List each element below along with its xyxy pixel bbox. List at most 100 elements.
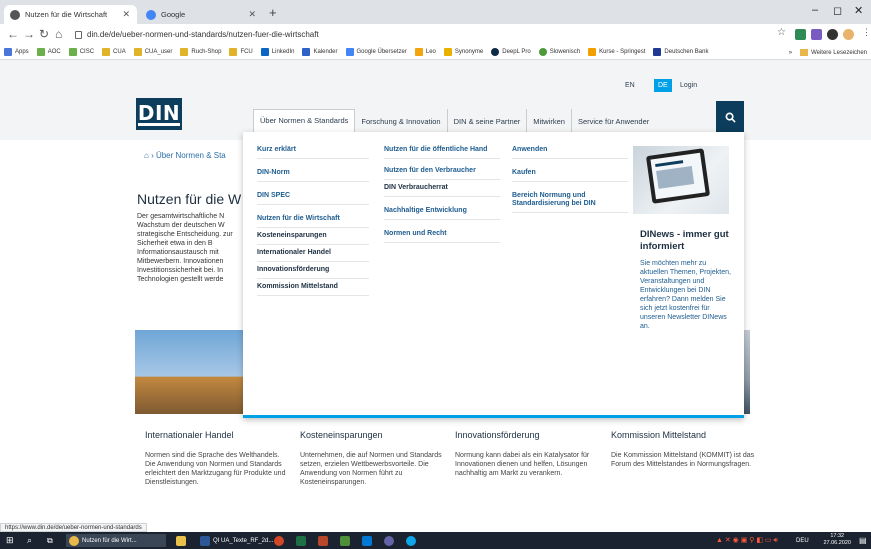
bookmark-synonyme[interactable]: Synonyme <box>443 48 483 56</box>
notifications-icon[interactable]: ▤ <box>859 534 867 547</box>
input-language[interactable]: DEU <box>796 534 809 547</box>
breadcrumb: ⌂ › Über Normen & Sta <box>144 151 226 160</box>
bookmark-translate[interactable]: Google Übersetzer <box>345 48 407 56</box>
address-bar[interactable]: din.de/de/ueber-normen-und-standards/nut… <box>75 27 765 42</box>
search-icon[interactable]: ⌕ <box>27 534 32 547</box>
extension-icon[interactable] <box>811 29 822 40</box>
login-link[interactable]: Login <box>680 82 697 89</box>
menu-kommission-mittelstand[interactable]: Kommission Mittelstand <box>257 279 369 296</box>
menu-kaufen[interactable]: Kaufen <box>512 165 628 182</box>
other-bookmarks[interactable]: » Weitere Lesezeichen <box>789 45 867 59</box>
bookmark-cisc[interactable]: CISC <box>68 48 94 56</box>
bookmark-slowenisch[interactable]: Slowenisch <box>538 48 580 56</box>
taskbar-app[interactable] <box>362 534 375 547</box>
taskbar-app[interactable] <box>384 534 397 547</box>
extensions-puzzle-icon[interactable] <box>827 29 838 40</box>
nav-ueber-normen[interactable]: Über Normen & Standards <box>253 109 356 133</box>
taskbar-app-chrome[interactable]: Nutzen für die Wirt... <box>66 534 166 547</box>
menu-nutzen-wirtschaft[interactable]: Nutzen für die Wirtschaft <box>257 211 369 228</box>
card-kosteneinsparungen[interactable]: Kosteneinsparungen Unternehmen, die auf … <box>300 430 445 487</box>
system-clock[interactable]: 17:32 27.06.2020 <box>823 533 851 547</box>
close-tab-icon[interactable]: ✕ <box>248 9 256 20</box>
card-innovationsfoerderung[interactable]: Innovationsförderung Normung kann dabei … <box>455 430 600 478</box>
taskbar-explorer[interactable] <box>176 534 189 547</box>
menu-din-spec[interactable]: DIN SPEC <box>257 188 369 205</box>
menu-nachhaltige-entwicklung[interactable]: Nachhaltige Entwicklung <box>384 203 500 220</box>
nav-mitwirken[interactable]: Mitwirken <box>527 109 572 133</box>
bookmark-leo[interactable]: Leo <box>414 48 436 56</box>
extension-icon[interactable] <box>795 29 806 40</box>
maximize-button[interactable]: ◻ <box>833 4 842 17</box>
nav-partner[interactable]: DIN & seine Partner <box>448 109 528 133</box>
tab-active[interactable]: Nutzen für die Wirtschaft ✕ <box>4 5 137 24</box>
task-view-icon[interactable]: ⧉ <box>47 534 53 547</box>
menu-kosteneinsparungen[interactable]: Kosteneinsparungen <box>257 228 369 245</box>
taskbar-app[interactable] <box>296 534 309 547</box>
taskbar-app[interactable] <box>406 534 419 547</box>
lang-de-link[interactable]: DE <box>654 79 672 92</box>
bookmark-cua[interactable]: CUA <box>102 48 126 56</box>
bookmark-springest[interactable]: Kurse - Springest <box>588 48 645 56</box>
menu-bereich-normung[interactable]: Bereich Normung und Standardisierung bei… <box>512 188 628 213</box>
new-tab-button[interactable]: + <box>269 5 277 20</box>
bookmark-fcu[interactable]: FCU <box>229 48 253 56</box>
home-icon[interactable]: ⌂ <box>144 151 149 160</box>
card-title[interactable]: Innovationsförderung <box>455 430 600 440</box>
card-title[interactable]: Internationaler Handel <box>145 430 290 440</box>
search-button[interactable] <box>716 101 744 133</box>
card-kommission-mittelstand[interactable]: Kommission Mittelstand Die Kommission Mi… <box>611 430 756 469</box>
din-logo[interactable]: DIN <box>136 98 182 130</box>
back-button[interactable]: ← <box>7 27 19 41</box>
card-title[interactable]: Kommission Mittelstand <box>611 430 756 440</box>
bookmark-kalender[interactable]: Kalender <box>302 48 338 56</box>
menu-verbraucherrat[interactable]: DIN Verbraucherrat <box>384 180 500 197</box>
menu-normen-und-recht[interactable]: Normen und Recht <box>384 226 500 243</box>
menu-verbraucher[interactable]: Nutzen für den Verbraucher <box>384 163 500 180</box>
browser-tab-bar: Nutzen für die Wirtschaft ✕ Google ✕ + –… <box>0 0 871 24</box>
bookmark-apps[interactable]: Apps <box>4 48 29 56</box>
bookmark-deepl[interactable]: DeepL Pro <box>491 48 531 56</box>
folder-icon <box>176 535 186 546</box>
google-icon <box>146 9 156 20</box>
bookmark-cua-user[interactable]: CUA_user <box>133 48 172 56</box>
menu-din-norm[interactable]: DIN-Norm <box>257 165 369 182</box>
bookmark-aoc[interactable]: AOC <box>36 48 61 56</box>
windows-start-icon[interactable]: ⊞ <box>6 534 14 547</box>
calendar-icon <box>302 48 311 56</box>
minimize-button[interactable]: – <box>812 4 818 16</box>
nav-service[interactable]: Service für Anwender <box>572 109 655 133</box>
taskbar-app[interactable] <box>318 534 331 547</box>
menu-oeffentliche-hand[interactable]: Nutzen für die öffentliche Hand <box>384 142 500 159</box>
close-tab-icon[interactable]: ✕ <box>122 9 130 20</box>
taskbar-app[interactable] <box>274 534 287 547</box>
bookmark-icon <box>588 48 597 56</box>
menu-internationaler-handel[interactable]: Internationaler Handel <box>257 245 369 262</box>
star-icon[interactable]: ☆ <box>777 27 786 38</box>
nav-forschung[interactable]: Forschung & Innovation <box>355 109 448 133</box>
promo-text[interactable]: Sie möchten mehr zu aktuellen Themen, Pr… <box>640 259 732 331</box>
menu-kurz-erklaert[interactable]: Kurz erklärt <box>257 142 369 159</box>
tab-google[interactable]: Google ✕ <box>140 5 263 24</box>
card-internationaler-handel[interactable]: Internationaler Handel Normen sind die S… <box>145 430 290 487</box>
bookmark-deutsche-bank[interactable]: Deutschen Bank <box>653 48 708 56</box>
card-title[interactable]: Kosteneinsparungen <box>300 430 445 440</box>
tray-icons[interactable]: ▲ ✕ ◉ ▣ ⚲ ◧ ▭ 🔊︎ <box>716 534 778 547</box>
forward-button[interactable]: → <box>23 27 35 41</box>
menu-icon[interactable]: ⋮ <box>862 27 871 38</box>
profile-avatar[interactable] <box>843 29 854 40</box>
bookmark-ruch-shop[interactable]: Ruch-Shop <box>180 48 221 56</box>
close-window-button[interactable]: ✕ <box>854 4 863 17</box>
breadcrumb-item[interactable]: Über Normen & Sta <box>156 151 226 160</box>
bookmarks-bar: Apps AOC CISC CUA CUA_user Ruch-Shop FCU… <box>0 45 871 60</box>
bookmark-icon <box>414 48 423 56</box>
bookmark-linkedin[interactable]: LinkedIn <box>260 48 294 56</box>
lang-en-link[interactable]: EN <box>625 82 635 89</box>
taskbar-app-word[interactable]: QI UA_Texte_RF_2d... <box>200 534 273 547</box>
menu-innovationsfoerderung[interactable]: Innovationsförderung <box>257 262 369 279</box>
taskbar-app[interactable] <box>340 534 353 547</box>
promo-title[interactable]: DINews - immer gut informiert <box>640 229 732 253</box>
reload-button[interactable]: ↻ <box>39 27 49 41</box>
dinews-image[interactable] <box>633 146 729 214</box>
menu-anwenden[interactable]: Anwenden <box>512 142 628 159</box>
home-button[interactable]: ⌂ <box>55 27 62 41</box>
